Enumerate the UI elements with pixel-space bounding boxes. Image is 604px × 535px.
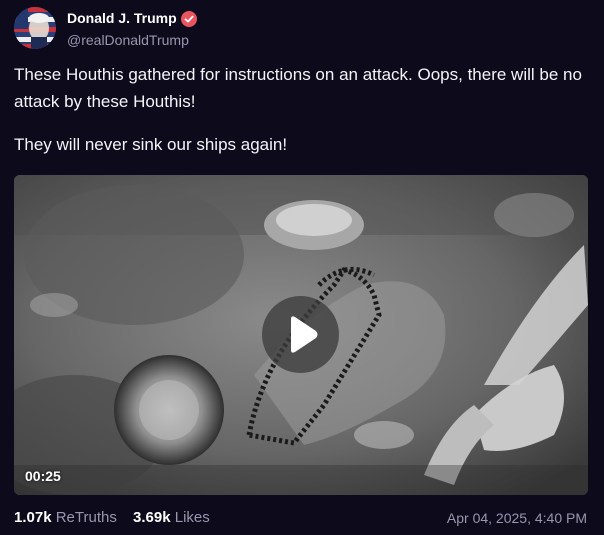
post-timestamp[interactable]: Apr 04, 2025, 4:40 PM (447, 510, 587, 526)
author-display-name[interactable]: Donald J. Trump (67, 10, 177, 27)
post-stats: 1.07k ReTruths 3.69k Likes (14, 509, 222, 527)
video-player[interactable]: 00:25 (14, 175, 588, 495)
post-paragraph: These Houthis gathered for instructions … (14, 65, 582, 111)
retruths-stat[interactable]: 1.07k ReTruths (14, 509, 117, 527)
retruths-count: 1.07k (14, 509, 52, 526)
play-button[interactable] (262, 296, 339, 373)
post-card: Donald J. Trump @realDonaldTrump These H… (0, 0, 604, 535)
verified-check-icon (181, 11, 197, 27)
likes-count: 3.69k (133, 509, 171, 526)
video-duration: 00:25 (25, 468, 61, 484)
post-paragraph: They will never sink our ships again! (14, 135, 288, 154)
author-handle[interactable]: @realDonaldTrump (67, 32, 189, 49)
post-text: These Houthis gathered for instructions … (14, 61, 594, 174)
avatar[interactable] (14, 7, 56, 49)
likes-stat[interactable]: 3.69k Likes (133, 509, 210, 527)
retruths-label: ReTruths (55, 509, 117, 526)
play-icon (291, 316, 318, 353)
likes-label: Likes (174, 509, 210, 526)
